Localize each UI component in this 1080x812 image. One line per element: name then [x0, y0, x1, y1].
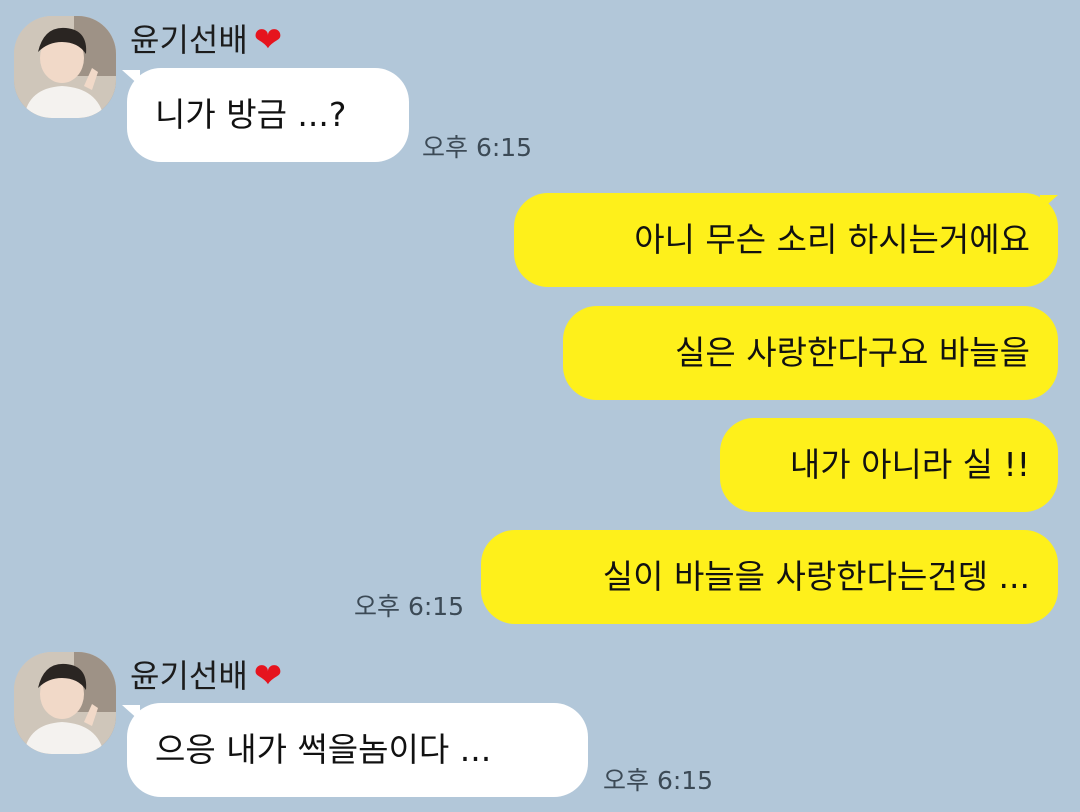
message-timestamp: 오후 6:15	[603, 766, 714, 795]
message-timestamp: 오후 6:15	[422, 133, 533, 162]
outgoing-message-bubble[interactable]: 실이 바늘을 사랑한다는건뎅 ...	[481, 530, 1058, 624]
message-timestamp: 오후 6:15	[354, 592, 465, 621]
sender-name-text: 윤기선배	[130, 657, 248, 695]
incoming-message-bubble[interactable]: 으응 내가 썩을놈이다 ...	[127, 703, 588, 797]
heart-icon: ❤	[253, 20, 283, 60]
message-text: 니가 방금 ...?	[155, 95, 347, 134]
sender-name: 윤기선배 ❤	[130, 656, 282, 696]
outgoing-message-bubble[interactable]: 실은 사랑한다구요 바늘을	[563, 306, 1058, 400]
message-text: 실이 바늘을 사랑한다는건뎅 ...	[602, 557, 1030, 596]
message-text: 아니 무슨 소리 하시는거에요	[634, 220, 1030, 259]
message-text: 으응 내가 썩을놈이다 ...	[155, 730, 492, 769]
outgoing-message-bubble[interactable]: 내가 아니라 실 !!	[720, 418, 1058, 512]
message-text: 내가 아니라 실 !!	[789, 445, 1030, 484]
outgoing-message-bubble[interactable]: 아니 무슨 소리 하시는거에요	[514, 193, 1058, 287]
chat-room: 윤기선배 ❤ 니가 방금 ...? 오후 6:15 아니 무슨 소리 하시는거에요…	[0, 0, 1080, 812]
sender-name-text: 윤기선배	[130, 21, 248, 59]
message-text: 실은 사랑한다구요 바늘을	[675, 333, 1030, 372]
heart-icon: ❤	[253, 656, 283, 696]
profile-avatar[interactable]	[14, 652, 116, 754]
sender-name: 윤기선배 ❤	[130, 20, 282, 60]
profile-avatar[interactable]	[14, 16, 116, 118]
incoming-message-bubble[interactable]: 니가 방금 ...?	[127, 68, 409, 162]
